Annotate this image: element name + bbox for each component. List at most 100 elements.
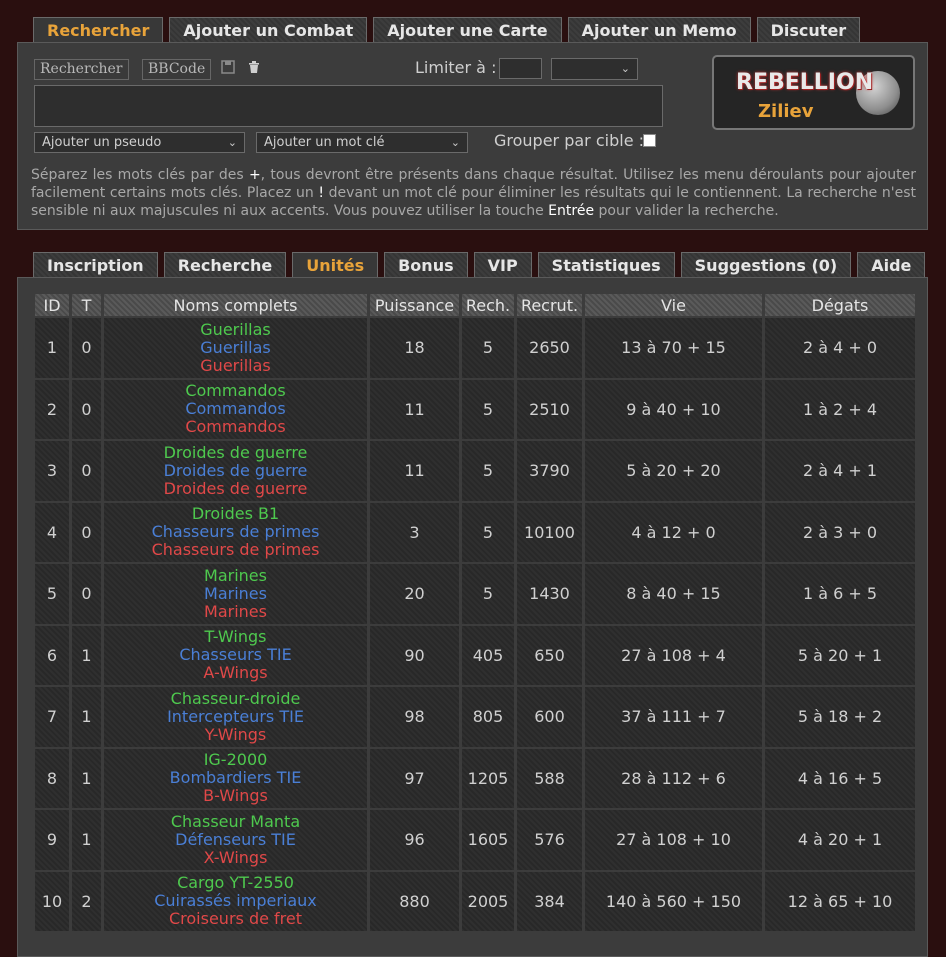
- col-header-t[interactable]: T: [72, 294, 101, 316]
- table-row: 6 1 T-Wings Chasseurs TIE A-Wings 90 405 650 27 …: [35, 625, 915, 685]
- unit-name-red: Droides de guerre: [163, 478, 308, 498]
- unit-name-green: Droides de guerre: [163, 442, 308, 462]
- unit-name-blue: Commandos: [185, 399, 286, 419]
- floppy-disk-icon[interactable]: [221, 60, 235, 78]
- pseudo-select-value: Ajouter un pseudo: [42, 135, 162, 150]
- units-table-body: 1 0 Guerillas Guerillas Guerillas 18 5 2650 13 à…: [35, 318, 915, 931]
- tab-statistiques[interactable]: Statistiques: [537, 252, 675, 278]
- chevron-down-icon: ⌄: [227, 136, 237, 149]
- unit-name-blue: Bombardiers TIE: [169, 768, 302, 788]
- tab-ajouter-combat[interactable]: Ajouter un Combat: [169, 17, 368, 43]
- table-row: 7 1 Chasseur-droide Intercepteurs TIE Y-Wing…: [35, 687, 915, 747]
- table-row: 1 0 Guerillas Guerillas Guerillas 18 5 2650 13 à…: [35, 318, 915, 378]
- cell-t: 0: [72, 318, 101, 378]
- tab-unites[interactable]: Unités: [292, 252, 379, 278]
- tab-ajouter-memo[interactable]: Ajouter un Memo: [567, 17, 751, 43]
- rebellion-logo: REBELLION Ziliev: [712, 55, 915, 130]
- units-panel: ID T Noms complets Puissance Rech. Recru…: [17, 277, 928, 957]
- cell-names: Cargo YT-2550 Cuirassés imperiaux Croiseur…: [104, 871, 367, 931]
- group-checkbox[interactable]: [643, 134, 656, 147]
- cell-rech: 5: [462, 441, 514, 501]
- cell-puissance: 880: [370, 871, 459, 931]
- search-button[interactable]: Rechercher: [34, 59, 129, 80]
- col-header-recrut[interactable]: Recrut.: [517, 294, 582, 316]
- cell-id: 2: [35, 379, 69, 439]
- tab-inscription[interactable]: Inscription: [33, 252, 158, 278]
- cell-vie: 27 à 108 + 10: [585, 810, 762, 870]
- unit-name-green: Marines: [204, 565, 267, 585]
- col-header-puissance[interactable]: Puissance: [370, 294, 459, 316]
- unit-name-red: Marines: [204, 601, 267, 621]
- unit-name-green: Cargo YT-2550: [177, 873, 294, 893]
- unit-name-red: Chasseurs de primes: [151, 540, 320, 560]
- tab-vip[interactable]: VIP: [473, 252, 532, 278]
- cell-puissance: 98: [370, 687, 459, 747]
- unit-name-blue: Intercepteurs TIE: [167, 706, 304, 726]
- col-header-id[interactable]: ID: [35, 294, 69, 316]
- cell-id: 9: [35, 810, 69, 870]
- tab-ajouter-carte[interactable]: Ajouter une Carte: [373, 17, 562, 43]
- col-header-rech[interactable]: Rech.: [462, 294, 514, 316]
- cell-t: 1: [72, 687, 101, 747]
- cell-vie: 9 à 40 + 10: [585, 379, 762, 439]
- cell-recrut: 384: [517, 871, 582, 931]
- table-row: 4 0 Droides B1 Chasseurs de primes Chasseurs…: [35, 502, 915, 562]
- cell-id: 6: [35, 625, 69, 685]
- cell-rech: 2005: [462, 871, 514, 931]
- cell-recrut: 600: [517, 687, 582, 747]
- unit-name-green: Chasseur Manta: [170, 811, 301, 831]
- col-header-vie[interactable]: Vie: [585, 294, 762, 316]
- search-textarea[interactable]: [34, 85, 663, 127]
- cell-id: 10: [35, 871, 69, 931]
- cell-names: IG-2000 Bombardiers TIE B-Wings: [104, 748, 367, 808]
- cell-puissance: 3: [370, 502, 459, 562]
- tab-aide[interactable]: Aide: [857, 252, 926, 278]
- unit-name-red: X-Wings: [203, 847, 268, 867]
- cell-id: 5: [35, 564, 69, 624]
- cell-degats: 5 à 20 + 1: [765, 625, 915, 685]
- col-header-degats[interactable]: Dégats: [765, 294, 915, 316]
- table-header-row: ID T Noms complets Puissance Rech. Recru…: [35, 294, 915, 316]
- table-row: 3 0 Droides de guerre Droides de guerre Droi…: [35, 441, 915, 501]
- cell-id: 3: [35, 441, 69, 501]
- cell-recrut: 3790: [517, 441, 582, 501]
- cell-names: Guerillas Guerillas Guerillas: [104, 318, 367, 378]
- limit-unit-select[interactable]: ⌄: [551, 58, 638, 80]
- trash-icon[interactable]: [247, 60, 261, 78]
- cell-vie: 8 à 40 + 15: [585, 564, 762, 624]
- tab-suggestions[interactable]: Suggestions (0): [680, 252, 852, 278]
- cell-recrut: 10100: [517, 502, 582, 562]
- unit-name-blue: Chasseurs de primes: [151, 522, 320, 542]
- chevron-down-icon: ⌄: [450, 136, 460, 149]
- keyword-select[interactable]: Ajouter un mot clé ⌄: [256, 132, 468, 153]
- cell-degats: 2 à 4 + 1: [765, 441, 915, 501]
- unit-name-green: Commandos: [185, 381, 286, 401]
- cell-vie: 13 à 70 + 15: [585, 318, 762, 378]
- cell-rech: 1205: [462, 748, 514, 808]
- search-help-text: Séparez les mots clés par des +, tous de…: [31, 166, 916, 220]
- tab-bonus[interactable]: Bonus: [384, 252, 468, 278]
- help-part: pour valider la recherche.: [594, 203, 779, 219]
- cell-recrut: 588: [517, 748, 582, 808]
- tab-recherche[interactable]: Recherche: [163, 252, 287, 278]
- pseudo-select[interactable]: Ajouter un pseudo ⌄: [34, 132, 245, 153]
- col-header-names[interactable]: Noms complets: [104, 294, 367, 316]
- bbcode-button[interactable]: BBCode: [142, 59, 212, 80]
- table-row: 2 0 Commandos Commandos Commandos 11 5 2510 9 à …: [35, 379, 915, 439]
- logo-brand: REBELLION: [736, 70, 874, 95]
- cell-recrut: 576: [517, 810, 582, 870]
- table-row: 8 1 IG-2000 Bombardiers TIE B-Wings 97 1205 588…: [35, 748, 915, 808]
- limit-input[interactable]: [499, 58, 542, 79]
- unit-name-red: B-Wings: [203, 786, 268, 806]
- tab-rechercher[interactable]: Rechercher: [33, 17, 164, 43]
- cell-puissance: 90: [370, 625, 459, 685]
- tab-discuter[interactable]: Discuter: [756, 17, 861, 43]
- unit-name-red: Croiseurs de fret: [168, 909, 302, 929]
- cell-recrut: 2650: [517, 318, 582, 378]
- cell-puissance: 20: [370, 564, 459, 624]
- cell-t: 2: [72, 871, 101, 931]
- cell-vie: 28 à 112 + 6: [585, 748, 762, 808]
- cell-puissance: 97: [370, 748, 459, 808]
- keyword-select-value: Ajouter un mot clé: [264, 135, 385, 150]
- cell-rech: 5: [462, 564, 514, 624]
